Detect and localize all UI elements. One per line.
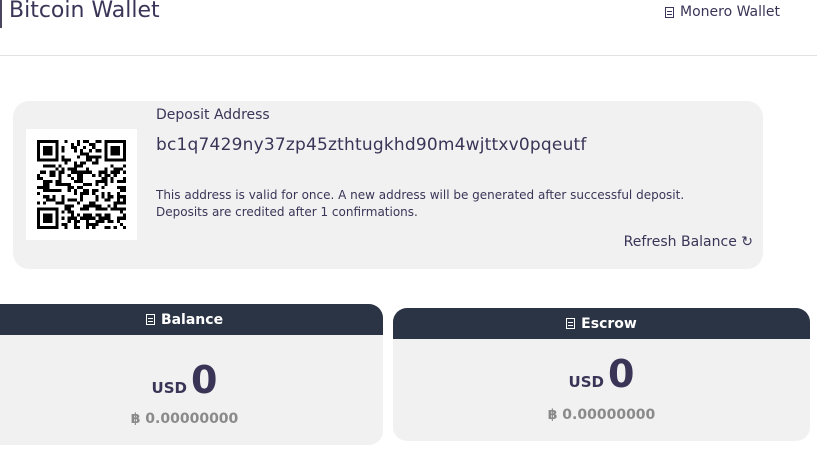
balance-header: Balance bbox=[0, 304, 383, 335]
wallet-icon bbox=[566, 318, 576, 329]
escrow-currency: USD bbox=[568, 373, 604, 391]
monero-wallet-link[interactable]: Monero Wallet bbox=[665, 4, 780, 20]
qr-code-image bbox=[37, 140, 126, 229]
wallet-icon bbox=[665, 6, 674, 18]
escrow-title: Escrow bbox=[581, 315, 637, 332]
wallet-icon bbox=[145, 314, 155, 325]
balance-title: Balance bbox=[160, 311, 224, 328]
escrow-card: Escrow USD 0 ฿ 0.00000000 bbox=[393, 308, 810, 441]
escrow-btc: ฿ 0.00000000 bbox=[547, 407, 656, 423]
refresh-balance-button[interactable]: Refresh Balance ↻ bbox=[624, 234, 753, 250]
deposit-address: bc1q7429ny37zp45zthtugkhd90m4wjttxv0pqeu… bbox=[156, 135, 587, 155]
top-bar: Bitcoin Wallet Monero Wallet bbox=[0, 0, 817, 56]
escrow-amount: 0 bbox=[607, 352, 635, 396]
escrow-header: Escrow bbox=[393, 308, 810, 339]
deposit-note-line: This address is valid for once. A new ad… bbox=[156, 188, 685, 202]
deposit-note-line: Deposits are credited after 1 confirmati… bbox=[156, 205, 418, 219]
deposit-card: Deposit Address bc1q7429ny37zp45zthtugkh… bbox=[13, 101, 763, 269]
deposit-note: This address is valid for once. A new ad… bbox=[156, 187, 684, 221]
balance-usd: USD 0 bbox=[0, 358, 383, 402]
balance-amount: 0 bbox=[190, 358, 218, 402]
balance-btc: ฿ 0.00000000 bbox=[130, 411, 239, 427]
monero-wallet-label: Monero Wallet bbox=[680, 4, 781, 20]
deposit-address-label: Deposit Address bbox=[156, 107, 270, 123]
balance-card: Balance USD 0 ฿ 0.00000000 bbox=[0, 304, 383, 445]
page-title: Bitcoin Wallet bbox=[9, 0, 160, 23]
balance-currency: USD bbox=[151, 379, 187, 397]
title-rule bbox=[0, 0, 2, 28]
escrow-usd: USD 0 bbox=[393, 352, 810, 396]
deposit-qr-code bbox=[26, 129, 137, 240]
